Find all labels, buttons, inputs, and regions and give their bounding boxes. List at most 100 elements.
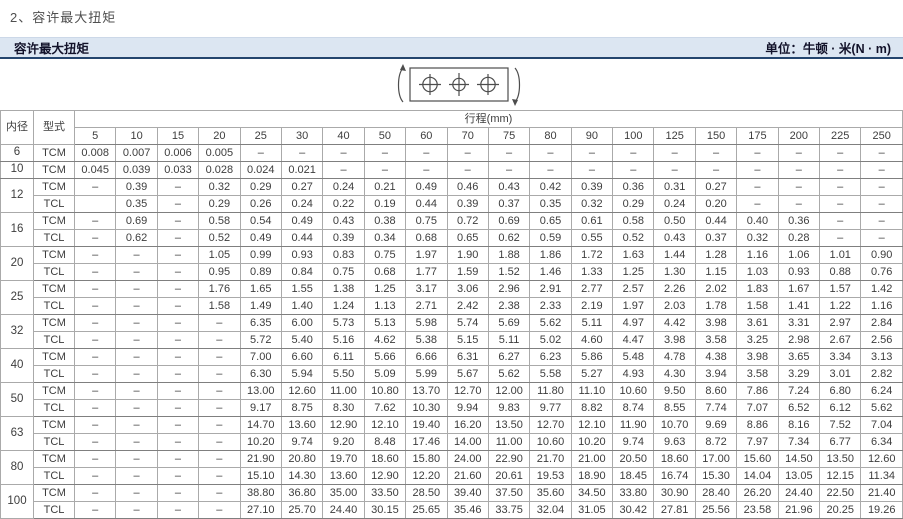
torque-value-12-tcm-60: 0.49 bbox=[406, 179, 447, 196]
torque-value-25-tcl-40: 1.24 bbox=[323, 298, 364, 315]
torque-value-12-tcl-50: 0.19 bbox=[364, 196, 405, 213]
torque-value-25-tcm-225: 1.57 bbox=[820, 281, 861, 298]
torque-value-12-tcl-70: 0.39 bbox=[447, 196, 488, 213]
torque-value-25-tcm-5: – bbox=[75, 281, 116, 298]
torque-value-80-tcl-250: 11.34 bbox=[861, 468, 903, 485]
torque-value-50-tcm-225: 6.80 bbox=[820, 383, 861, 400]
torque-value-6-tcm-70: – bbox=[447, 145, 488, 162]
torque-value-20-tcm-30: 0.93 bbox=[281, 247, 322, 264]
torque-value-12-tcl-225: – bbox=[820, 196, 861, 213]
torque-value-63-tcl-175: 7.97 bbox=[737, 434, 778, 451]
unit-label: 单位：牛顿 · 米(N · m) bbox=[765, 38, 891, 57]
torque-value-40-tcm-150: 4.38 bbox=[695, 349, 736, 366]
torque-value-80-tcm-100: 20.50 bbox=[613, 451, 654, 468]
torque-value-32-tcl-250: 2.56 bbox=[861, 332, 903, 349]
torque-value-63-tcl-125: 9.63 bbox=[654, 434, 695, 451]
torque-value-16-tcm-60: 0.75 bbox=[406, 213, 447, 230]
torque-value-10-tcm-60: – bbox=[406, 162, 447, 179]
torque-value-25-tcl-250: 1.16 bbox=[861, 298, 903, 315]
torque-value-100-tcm-150: 28.40 bbox=[695, 485, 736, 502]
table-row-bore-50-tcm: 50TCM––––13.0012.6011.0010.8013.7012.701… bbox=[1, 383, 903, 400]
table-row-bore-12-tcl: TCL0.35–0.290.260.240.220.190.440.390.37… bbox=[1, 196, 903, 213]
torque-value-100-tcm-75: 37.50 bbox=[488, 485, 529, 502]
torque-value-16-tcl-90: 0.55 bbox=[571, 230, 612, 247]
torque-value-80-tcm-125: 18.60 bbox=[654, 451, 695, 468]
col-header-stroke-200: 200 bbox=[778, 128, 819, 145]
torque-value-20-tcm-80: 1.86 bbox=[530, 247, 571, 264]
torque-value-6-tcm-125: – bbox=[654, 145, 695, 162]
bore-value: 63 bbox=[1, 417, 34, 451]
torque-value-20-tcm-5: – bbox=[75, 247, 116, 264]
torque-value-63-tcl-70: 14.00 bbox=[447, 434, 488, 451]
torque-value-40-tcl-5: – bbox=[75, 366, 116, 383]
torque-value-80-tcl-50: 12.90 bbox=[364, 468, 405, 485]
torque-value-63-tcm-150: 9.69 bbox=[695, 417, 736, 434]
torque-value-25-tcl-80: 2.33 bbox=[530, 298, 571, 315]
torque-value-50-tcm-30: 12.60 bbox=[281, 383, 322, 400]
torque-value-12-tcm-100: 0.36 bbox=[613, 179, 654, 196]
torque-value-10-tcm-175: – bbox=[737, 162, 778, 179]
torque-value-32-tcl-90: 4.60 bbox=[571, 332, 612, 349]
torque-value-10-tcm-25: 0.024 bbox=[240, 162, 281, 179]
table-row-bore-32-tcm: 32TCM––––6.356.005.735.135.985.745.695.6… bbox=[1, 315, 903, 332]
torque-value-40-tcm-75: 6.27 bbox=[488, 349, 529, 366]
torque-value-100-tcl-225: 20.25 bbox=[820, 502, 861, 519]
torque-value-25-tcm-100: 2.57 bbox=[613, 281, 654, 298]
torque-value-32-tcl-80: 5.02 bbox=[530, 332, 571, 349]
hole-center bbox=[449, 73, 469, 96]
torque-value-25-tcl-60: 2.71 bbox=[406, 298, 447, 315]
torque-value-100-tcm-175: 26.20 bbox=[737, 485, 778, 502]
torque-value-50-tcl-5: – bbox=[75, 400, 116, 417]
torque-value-100-tcm-70: 39.40 bbox=[447, 485, 488, 502]
torque-value-32-tcl-40: 5.16 bbox=[323, 332, 364, 349]
torque-value-10-tcm-40: – bbox=[323, 162, 364, 179]
torque-value-6-tcm-225: – bbox=[820, 145, 861, 162]
torque-value-12-tcl-175: – bbox=[737, 196, 778, 213]
torque-value-20-tcm-10: – bbox=[116, 247, 157, 264]
torque-value-63-tcm-200: 8.16 bbox=[778, 417, 819, 434]
torque-value-6-tcm-100: – bbox=[613, 145, 654, 162]
type-value: TCM bbox=[34, 179, 75, 196]
torque-value-25-tcl-200: 1.41 bbox=[778, 298, 819, 315]
torque-value-50-tcl-150: 7.74 bbox=[695, 400, 736, 417]
type-value: TCM bbox=[34, 383, 75, 400]
torque-value-80-tcl-10: – bbox=[116, 468, 157, 485]
bore-value: 40 bbox=[1, 349, 34, 383]
torque-value-16-tcl-20: 0.52 bbox=[199, 230, 240, 247]
torque-value-63-tcl-20: – bbox=[199, 434, 240, 451]
torque-value-50-tcl-90: 8.82 bbox=[571, 400, 612, 417]
torque-value-32-tcm-90: 5.11 bbox=[571, 315, 612, 332]
torque-value-63-tcm-80: 12.70 bbox=[530, 417, 571, 434]
torque-value-63-tcm-40: 12.90 bbox=[323, 417, 364, 434]
table-row-bore-16-tcm: 16TCM–0.69–0.580.540.490.430.380.750.720… bbox=[1, 213, 903, 230]
torque-value-63-tcm-225: 7.52 bbox=[820, 417, 861, 434]
torque-value-25-tcl-175: 1.58 bbox=[737, 298, 778, 315]
torque-value-50-tcm-75: 12.00 bbox=[488, 383, 529, 400]
torque-value-10-tcm-250: – bbox=[861, 162, 903, 179]
torque-value-40-tcl-15: – bbox=[157, 366, 198, 383]
torque-value-12-tcm-10: 0.39 bbox=[116, 179, 157, 196]
torque-value-20-tcm-225: 1.01 bbox=[820, 247, 861, 264]
torque-value-25-tcl-75: 2.38 bbox=[488, 298, 529, 315]
torque-value-16-tcl-50: 0.34 bbox=[364, 230, 405, 247]
torque-value-12-tcm-70: 0.46 bbox=[447, 179, 488, 196]
table-row-bore-40-tcl: TCL––––6.305.945.505.095.995.675.625.585… bbox=[1, 366, 903, 383]
torque-value-50-tcm-40: 11.00 bbox=[323, 383, 364, 400]
torque-value-40-tcl-90: 5.27 bbox=[571, 366, 612, 383]
torque-value-63-tcl-60: 17.46 bbox=[406, 434, 447, 451]
torque-value-16-tcm-10: 0.69 bbox=[116, 213, 157, 230]
torque-value-12-tcl-25: 0.26 bbox=[240, 196, 281, 213]
torque-value-40-tcl-250: 2.82 bbox=[861, 366, 903, 383]
table-row-bore-100-tcl: TCL––––27.1025.7024.4030.1525.6535.4633.… bbox=[1, 502, 903, 519]
col-header-bore: 内径 bbox=[1, 111, 34, 145]
torque-value-40-tcl-30: 5.94 bbox=[281, 366, 322, 383]
torque-value-40-tcl-150: 3.94 bbox=[695, 366, 736, 383]
torque-value-10-tcm-20: 0.028 bbox=[199, 162, 240, 179]
torque-value-6-tcm-90: – bbox=[571, 145, 612, 162]
torque-value-25-tcm-20: 1.76 bbox=[199, 281, 240, 298]
torque-value-20-tcl-75: 1.52 bbox=[488, 264, 529, 281]
torque-value-16-tcl-70: 0.65 bbox=[447, 230, 488, 247]
type-value: TCM bbox=[34, 451, 75, 468]
torque-value-20-tcl-5: – bbox=[75, 264, 116, 281]
torque-value-40-tcm-200: 3.65 bbox=[778, 349, 819, 366]
